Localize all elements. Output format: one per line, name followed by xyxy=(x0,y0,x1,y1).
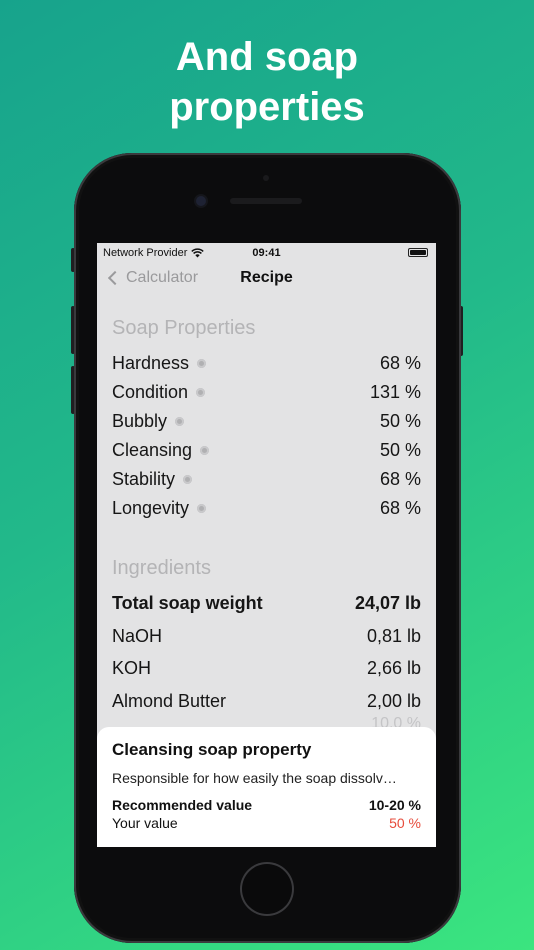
total-weight-value: 24,07 lb xyxy=(354,593,421,613)
property-label: Bubbly xyxy=(112,411,168,431)
property-value: 50 % xyxy=(379,440,421,460)
status-bar: Network Provider 09:41 xyxy=(97,243,436,263)
ingredient-row-naoh[interactable]: NaOH 0,81 lb xyxy=(112,626,421,647)
phone-speaker xyxy=(230,198,302,204)
ingredient-label: KOH xyxy=(112,658,152,678)
property-row-stability[interactable]: Stability 68 % xyxy=(112,469,421,490)
ingredient-label: NaOH xyxy=(112,626,163,646)
property-info-sheet[interactable]: Cleansing soap property Responsible for … xyxy=(97,727,436,847)
property-row-condition[interactable]: Condition 131 % xyxy=(112,382,421,403)
page-title: Recipe xyxy=(240,269,293,286)
info-icon[interactable] xyxy=(200,446,210,455)
property-label: Condition xyxy=(112,382,189,402)
info-icon[interactable] xyxy=(175,417,185,426)
property-value: 68 % xyxy=(379,353,421,373)
property-value: 50 % xyxy=(379,411,421,431)
your-value-row: Your value 50 % xyxy=(112,815,421,831)
headline-line-1: And soap xyxy=(175,35,359,79)
info-icon[interactable] xyxy=(183,475,193,484)
property-label: Longevity xyxy=(112,498,190,518)
property-label: Cleansing xyxy=(112,440,193,460)
property-row-hardness[interactable]: Hardness 68 % xyxy=(112,353,421,374)
recommended-label: Recommended value xyxy=(112,797,253,813)
property-label: Stability xyxy=(112,469,176,489)
home-button[interactable] xyxy=(240,862,294,916)
headline-line-2: properties xyxy=(169,85,365,129)
total-weight-label: Total soap weight xyxy=(112,593,263,613)
promo-headline: And soap properties xyxy=(0,32,534,132)
phone-sensor xyxy=(263,175,269,181)
ingredient-value: 0,81 lb xyxy=(366,626,421,646)
battery-icon xyxy=(408,248,428,257)
property-row-bubbly[interactable]: Bubbly 50 % xyxy=(112,411,421,432)
soap-properties-heading: Soap Properties xyxy=(112,317,256,339)
total-weight-row: Total soap weight 24,07 lb xyxy=(112,593,421,614)
recommended-value-row: Recommended value 10-20 % xyxy=(112,797,421,813)
info-sheet-description: Responsible for how easily the soap diss… xyxy=(112,770,397,786)
your-value-label: Your value xyxy=(112,815,178,831)
property-label: Hardness xyxy=(112,353,190,373)
property-value: 131 % xyxy=(369,382,421,402)
info-sheet-title: Cleansing soap property xyxy=(112,740,312,759)
status-time: 09:41 xyxy=(252,247,281,259)
navigation-bar: Calculator Recipe xyxy=(97,269,436,293)
front-camera-icon xyxy=(196,196,206,206)
your-value: 50 % xyxy=(389,815,421,831)
ingredient-value: 2,00 lb xyxy=(366,691,421,711)
info-icon[interactable] xyxy=(196,388,206,397)
ingredient-row-koh[interactable]: KOH 2,66 lb xyxy=(112,658,421,679)
recommended-value: 10-20 % xyxy=(368,797,421,813)
ingredient-label: Almond Butter xyxy=(112,691,227,711)
ingredients-heading: Ingredients xyxy=(112,557,211,579)
info-icon[interactable] xyxy=(197,504,207,513)
property-value: 68 % xyxy=(379,498,421,518)
info-icon[interactable] xyxy=(197,359,207,368)
property-row-cleansing[interactable]: Cleansing 50 % xyxy=(112,440,421,461)
property-value: 68 % xyxy=(379,469,421,489)
ingredient-value: 2,66 lb xyxy=(366,658,421,678)
ingredient-row-almond-butter[interactable]: Almond Butter 2,00 lb xyxy=(112,691,421,712)
property-row-longevity[interactable]: Longevity 68 % xyxy=(112,498,421,519)
app-screen: Network Provider 09:41 Calculator Recipe… xyxy=(97,243,436,847)
